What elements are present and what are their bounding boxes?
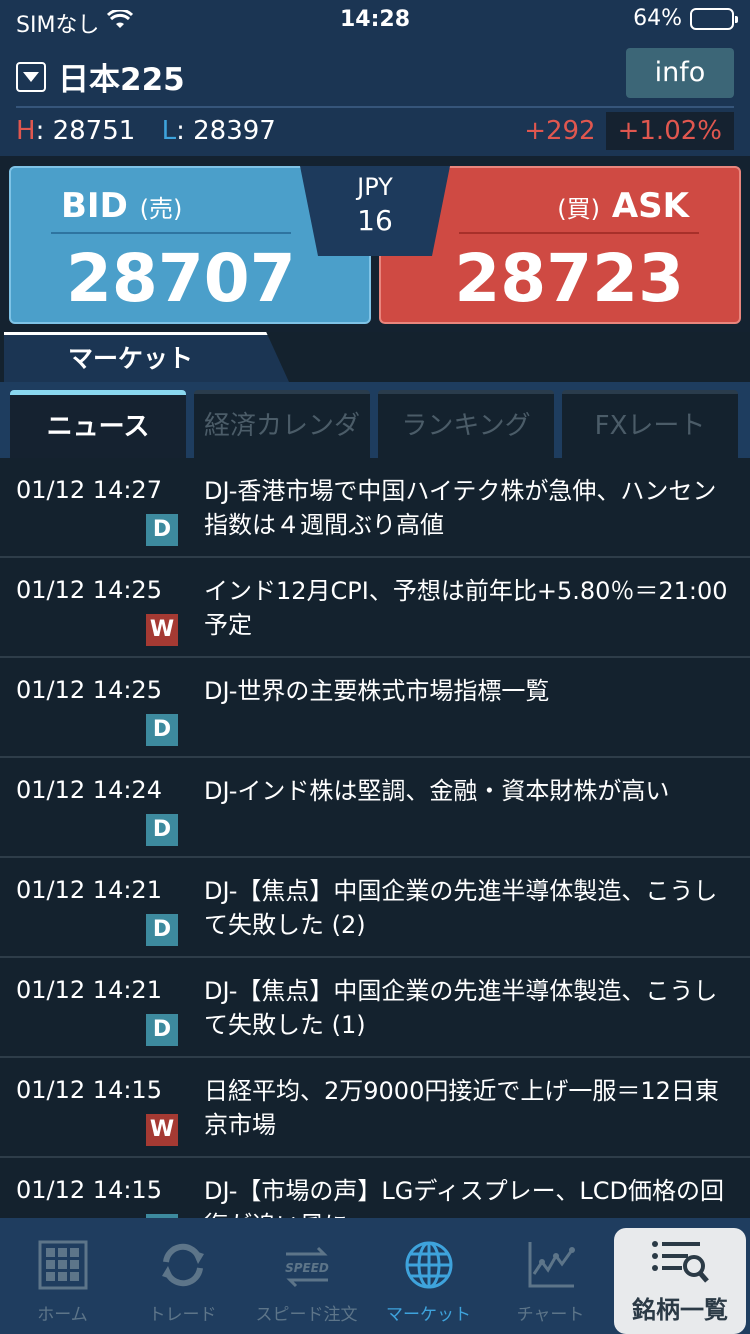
source-badge: D	[146, 814, 178, 846]
nav-trade-label: トレード	[148, 1305, 217, 1325]
ask-label: ASK	[611, 186, 689, 226]
high-label: H	[16, 116, 36, 146]
list-search-icon	[650, 1236, 709, 1286]
news-item[interactable]: 01/12 14:15 W 日経平均、2万9000円接近で上げ一服＝12日東京市…	[0, 1058, 750, 1158]
spread-badge: JPY 16	[300, 166, 450, 256]
dropdown-icon[interactable]	[16, 61, 46, 92]
news-item[interactable]: 01/12 14:25 W インド12月CPI、予想は前年比+5.80％＝21:…	[0, 558, 750, 658]
app: SIMなし 14:28 64% 日本225 info H: 28751 L: 2…	[0, 0, 750, 1334]
low-value: 28397	[193, 116, 276, 146]
news-headline: DJ-【焦点】中国企業の先進半導体製造、こうして失敗した (2)	[204, 877, 718, 939]
bid-label-group: BID (売)	[61, 186, 182, 226]
news-time: 01/12 14:25	[16, 676, 162, 704]
news-time: 01/12 14:27	[16, 476, 162, 504]
status-right: 64%	[633, 6, 738, 31]
news-item[interactable]: 01/12 14:27 D DJ-香港市場で中国ハイテク株が急伸、ハンセン指数は…	[0, 458, 750, 558]
bid-divider	[51, 232, 291, 234]
news-headline: DJ-【焦点】中国企業の先進半導体製造、こうして失敗した (1)	[204, 977, 718, 1039]
source-badge: D	[146, 1014, 178, 1046]
currency-label: JPY	[357, 173, 393, 201]
news-headline: DJ-世界の主要株式市場指標一覧	[204, 677, 550, 705]
globe-icon	[404, 1240, 454, 1290]
bid-label: BID	[61, 186, 128, 226]
spread-value: 16	[357, 204, 393, 237]
news-time: 01/12 14:25	[16, 576, 162, 604]
status-bar: SIMなし 14:28 64%	[0, 0, 750, 40]
source-badge: W	[146, 1114, 178, 1146]
battery-percent: 64%	[633, 6, 682, 31]
ask-price: 28723	[454, 240, 684, 317]
tab-fx-rate[interactable]: FXレート	[562, 390, 738, 458]
ask-sub-label: (買)	[557, 195, 600, 223]
nav-speed-order-label: スピード注文	[255, 1305, 358, 1325]
source-badge: D	[146, 914, 178, 946]
quote-panel: BID (売) 28707 (買) ASK 28723 JPY 16	[0, 156, 750, 332]
high-value: 28751	[52, 116, 136, 146]
news-time: 01/12 14:21	[16, 876, 162, 904]
svg-text:SPEED: SPEED	[285, 1261, 329, 1275]
high-low-row: H: 28751 L: 28397	[16, 116, 276, 146]
nav-chart-label: チャート	[516, 1305, 585, 1325]
header-divider	[16, 106, 734, 108]
instrument-header: 日本225 info H: 28751 L: 28397 +292 +1.02%	[0, 40, 750, 156]
news-item[interactable]: 01/12 14:21 D DJ-【焦点】中国企業の先進半導体製造、こうして失敗…	[0, 858, 750, 958]
change-value: +292	[524, 116, 596, 146]
refresh-icon	[158, 1240, 208, 1290]
nav-symbol-list-label: 銘柄一覧	[632, 1296, 728, 1324]
nav-market-label: マーケット	[386, 1305, 471, 1325]
news-time: 01/12 14:15	[16, 1176, 162, 1204]
home-grid-icon	[38, 1240, 88, 1290]
news-headline: DJ-インド株は堅調、金融・資本財株が高い	[204, 777, 670, 805]
instrument-title: 日本225	[58, 62, 185, 98]
nav-market[interactable]: マーケット	[366, 1218, 491, 1334]
change-percent: +1.02%	[605, 112, 734, 150]
subtab-bar: ニュース 経済カレンダー ランキング FXレート	[0, 382, 750, 505]
nav-chart[interactable]: チャート	[488, 1218, 613, 1334]
low-label: L	[161, 116, 177, 146]
nav-trade[interactable]: トレード	[120, 1218, 245, 1334]
tab-market[interactable]: マーケット	[4, 332, 289, 382]
bottom-nav: ホーム トレード SPEED スピード注文 マーケット チャート 銘柄一覧	[0, 1218, 750, 1334]
news-headline: 日経平均、2万9000円接近で上げ一服＝12日東京市場	[204, 1077, 719, 1139]
source-badge: W	[146, 614, 178, 646]
news-list[interactable]: 01/12 14:27 D DJ-香港市場で中国ハイテク株が急伸、ハンセン指数は…	[0, 458, 750, 1218]
ask-label-group: (買) ASK	[557, 186, 689, 226]
nav-symbol-list[interactable]: 銘柄一覧	[614, 1228, 746, 1334]
news-headline: DJ-香港市場で中国ハイテク株が急伸、ハンセン指数は４週間ぶり高値	[204, 477, 717, 539]
change-group: +292 +1.02%	[524, 112, 734, 150]
news-time: 01/12 14:21	[16, 976, 162, 1004]
nav-home-label: ホーム	[37, 1305, 88, 1325]
news-time: 01/12 14:24	[16, 776, 162, 804]
section-tab-bar: マーケット	[0, 332, 750, 382]
news-item[interactable]: 01/12 14:21 D DJ-【焦点】中国企業の先進半導体製造、こうして失敗…	[0, 958, 750, 1058]
ask-divider	[459, 232, 699, 234]
bid-sub-label: (売)	[139, 195, 183, 223]
tab-news[interactable]: ニュース	[10, 390, 186, 458]
tab-economic-calendar[interactable]: 経済カレンダー	[194, 390, 370, 505]
news-time: 01/12 14:15	[16, 1076, 162, 1104]
source-badge: D	[146, 514, 178, 546]
chart-icon	[526, 1240, 576, 1290]
nav-speed-order[interactable]: SPEED スピード注文	[244, 1218, 369, 1334]
tab-ranking[interactable]: ランキング	[378, 390, 554, 458]
battery-icon	[690, 7, 738, 30]
news-headline: DJ-【市場の声】LGディスプレー、LCD価格の回復が追い風に	[204, 1177, 725, 1218]
news-item[interactable]: 01/12 14:24 D DJ-インド株は堅調、金融・資本財株が高い	[0, 758, 750, 858]
bid-price: 28707	[66, 240, 296, 317]
news-headline: インド12月CPI、予想は前年比+5.80％＝21:00予定	[204, 577, 728, 639]
news-item[interactable]: 01/12 14:15 D DJ-【市場の声】LGディスプレー、LCD価格の回復…	[0, 1158, 750, 1218]
speed-icon: SPEED	[282, 1240, 332, 1290]
nav-home[interactable]: ホーム	[0, 1218, 125, 1334]
instrument-selector[interactable]: 日本225	[16, 54, 185, 99]
info-button[interactable]: info	[626, 48, 734, 98]
source-badge: D	[146, 714, 178, 746]
news-item[interactable]: 01/12 14:25 D DJ-世界の主要株式市場指標一覧	[0, 658, 750, 758]
